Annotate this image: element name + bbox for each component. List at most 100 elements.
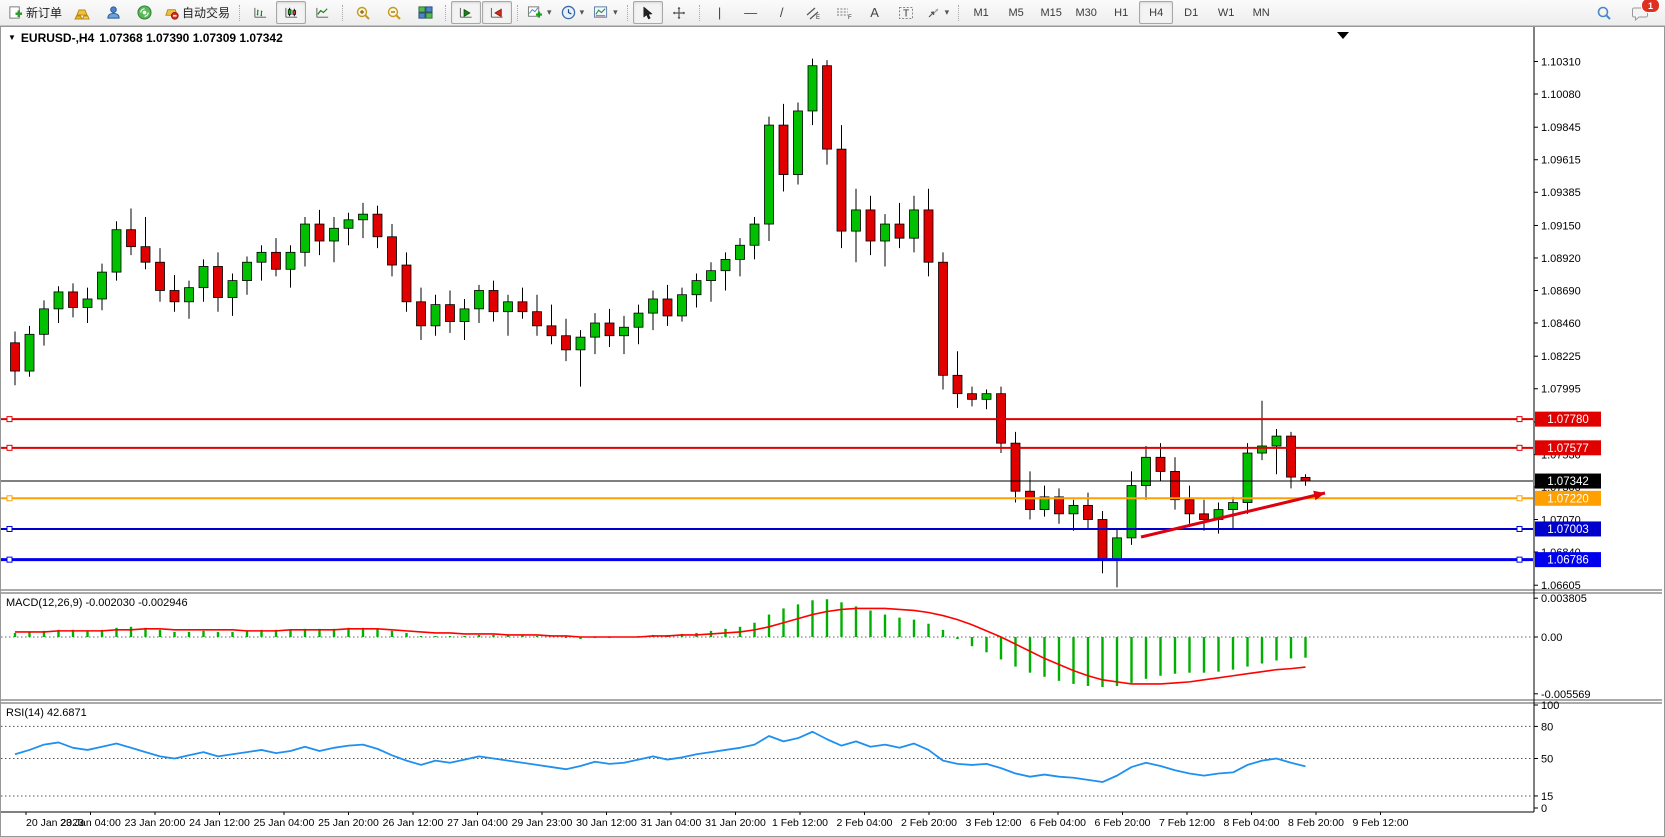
zoom-in-icon xyxy=(355,5,371,21)
candle-body xyxy=(1301,477,1310,481)
timeframe-button-m5[interactable]: M5 xyxy=(999,1,1033,24)
candle-body xyxy=(54,292,63,309)
time-axis-label: 31 Jan 20:00 xyxy=(705,817,766,829)
candle-body xyxy=(605,323,614,336)
zoom-out-button[interactable] xyxy=(379,1,409,24)
macd-histogram-layer xyxy=(15,599,1306,687)
cursor-tool-button[interactable] xyxy=(633,1,663,24)
time-axis-label: 23 Jan 04:00 xyxy=(60,817,121,829)
signals-button[interactable] xyxy=(129,1,159,24)
candle-body xyxy=(620,327,629,335)
candle-body xyxy=(649,299,658,313)
arrows-tool[interactable]: ▾ xyxy=(922,1,954,24)
candle-body xyxy=(315,224,324,241)
periods-button[interactable]: ▾ xyxy=(557,1,589,24)
text-label-tool[interactable]: T xyxy=(891,1,921,24)
line-handle[interactable] xyxy=(7,417,12,422)
fibonacci-tool[interactable]: F xyxy=(829,1,859,24)
horizontal-line-icon: — xyxy=(744,6,757,19)
fibonacci-icon: F xyxy=(836,6,852,20)
line-handle[interactable] xyxy=(7,557,12,562)
timeframe-button-m15[interactable]: M15 xyxy=(1034,1,1068,24)
timeframe-button-m1[interactable]: M1 xyxy=(964,1,998,24)
price-axis-label: 1.08690 xyxy=(1541,285,1581,297)
bar-chart-button[interactable] xyxy=(245,1,275,24)
market-watch-button[interactable] xyxy=(67,1,97,24)
candle-body xyxy=(402,265,411,302)
horizontal-line-tool[interactable]: — xyxy=(736,1,766,24)
candle-body xyxy=(837,149,846,231)
auto-trading-label: 自动交易 xyxy=(182,4,230,21)
chart-shift-marker[interactable] xyxy=(1337,32,1349,39)
line-handle[interactable] xyxy=(7,526,12,531)
timeframe-button-mn[interactable]: MN xyxy=(1244,1,1278,24)
auto-trading-button[interactable]: 自动交易 xyxy=(160,1,234,24)
candle-body xyxy=(721,259,730,270)
price-chart-svg[interactable]: 20 Jan 202323 Jan 04:0023 Jan 20:0024 Ja… xyxy=(1,27,1662,834)
line-handle[interactable] xyxy=(7,496,12,501)
text-tool[interactable]: A xyxy=(860,1,890,24)
candle-body xyxy=(852,210,861,231)
trendline-tool[interactable]: / xyxy=(767,1,797,24)
timeframe-button-m30[interactable]: M30 xyxy=(1069,1,1103,24)
candlestick-chart-button[interactable] xyxy=(276,1,306,24)
time-axis-label: 31 Jan 04:00 xyxy=(641,817,702,829)
toolbar-grip xyxy=(445,5,446,21)
text-icon: A xyxy=(870,6,879,19)
line-chart-icon xyxy=(315,5,330,20)
candle-body xyxy=(707,271,716,281)
community-button[interactable] xyxy=(98,1,128,24)
auto-scroll-button[interactable] xyxy=(451,1,481,24)
indicators-button[interactable]: ▾ xyxy=(523,1,556,24)
line-handle[interactable] xyxy=(7,445,12,450)
candle-body xyxy=(83,299,92,307)
new-order-button[interactable]: 新订单 xyxy=(4,1,66,24)
templates-button[interactable]: ▾ xyxy=(589,1,622,24)
timeframe-button-d1[interactable]: D1 xyxy=(1174,1,1208,24)
candle-body xyxy=(1084,505,1093,519)
time-axis-label: 1 Feb 12:00 xyxy=(772,817,828,829)
timeframe-button-w1[interactable]: W1 xyxy=(1209,1,1243,24)
template-icon xyxy=(593,5,609,20)
crosshair-tool-button[interactable] xyxy=(664,1,694,24)
price-axis-label: 0.003805 xyxy=(1541,593,1587,605)
vertical-line-tool[interactable]: | xyxy=(705,1,735,24)
candles-layer xyxy=(11,59,1311,588)
price-axis-label: 1.08920 xyxy=(1541,253,1581,265)
equidistant-channel-tool[interactable]: E xyxy=(798,1,828,24)
candle-body xyxy=(40,309,49,334)
price-tag: 1.07780 xyxy=(1535,412,1601,427)
line-handle[interactable] xyxy=(1517,445,1522,450)
timeframe-button-h1[interactable]: H1 xyxy=(1104,1,1138,24)
notifications-button[interactable]: 1 xyxy=(1625,1,1655,24)
price-axis-label: 1.10310 xyxy=(1541,56,1581,68)
line-handle[interactable] xyxy=(1517,417,1522,422)
crosshair-icon xyxy=(672,6,686,20)
candle-body xyxy=(750,224,759,245)
candle-body xyxy=(1171,471,1180,499)
price-axis-label: 1.09150 xyxy=(1541,220,1581,232)
price-axis-label: 1.08460 xyxy=(1541,318,1581,330)
candle-body xyxy=(98,272,107,299)
line-chart-button[interactable] xyxy=(307,1,337,24)
toolbar-grip xyxy=(699,5,700,21)
auto-trading-icon xyxy=(164,5,179,20)
line-handle[interactable] xyxy=(1517,526,1522,531)
candle-body xyxy=(69,292,78,308)
candle-body xyxy=(1011,443,1020,491)
main-toolbar: 新订单 自动交易 xyxy=(0,0,1665,26)
candle-body xyxy=(1229,503,1238,510)
zoom-in-button[interactable] xyxy=(348,1,378,24)
line-handle[interactable] xyxy=(1517,557,1522,562)
candle-body xyxy=(504,302,513,312)
line-handle[interactable] xyxy=(1517,496,1522,501)
chart-shift-button[interactable] xyxy=(482,1,512,24)
tile-windows-button[interactable] xyxy=(410,1,440,24)
search-button[interactable] xyxy=(1589,1,1619,24)
time-axis-label: 2 Feb 20:00 xyxy=(901,817,957,829)
timeframe-button-h4[interactable]: H4 xyxy=(1139,1,1173,24)
price-tag: 1.07220 xyxy=(1535,491,1601,506)
time-axis-label: 24 Jan 12:00 xyxy=(189,817,250,829)
candle-body xyxy=(779,125,788,174)
time-axis-label: 26 Jan 12:00 xyxy=(383,817,444,829)
